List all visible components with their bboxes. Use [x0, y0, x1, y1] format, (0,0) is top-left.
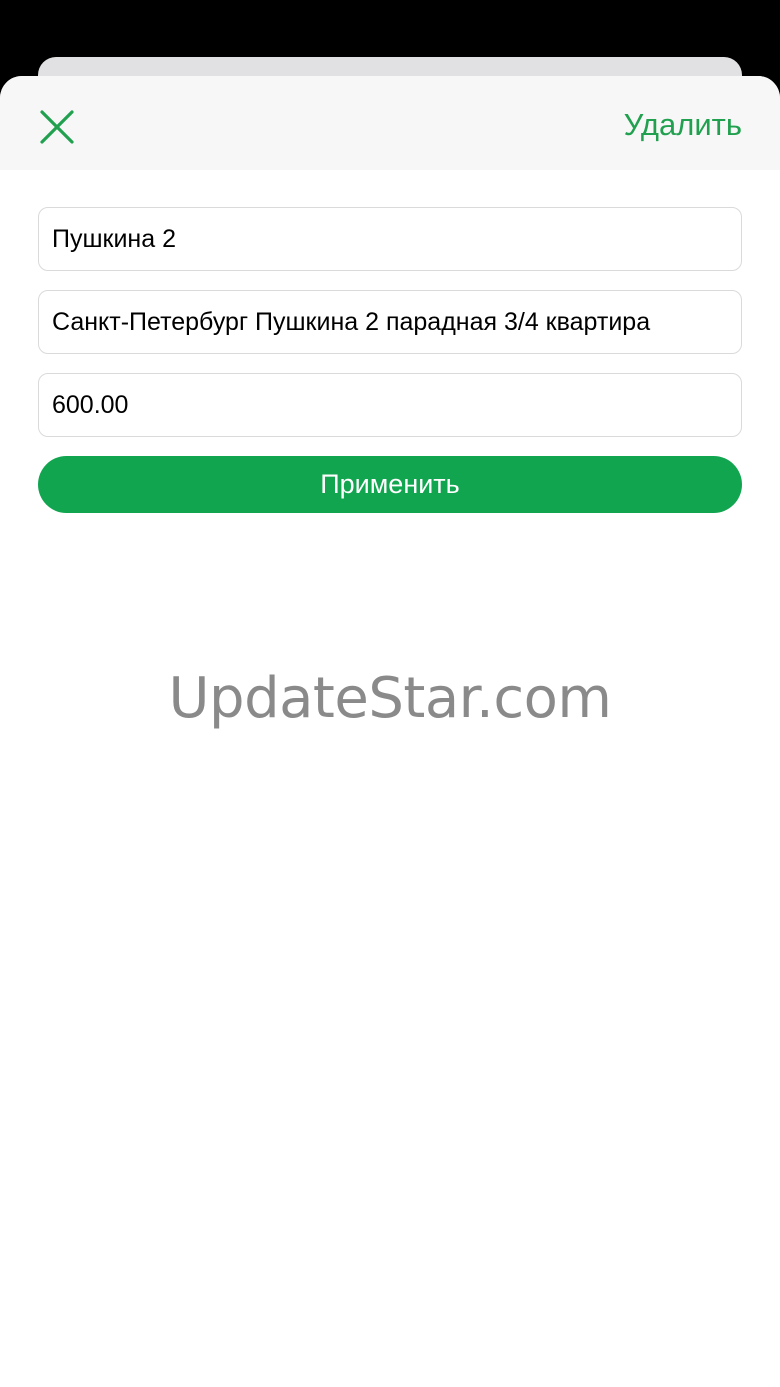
address-input-value: Санкт-Петербург Пушкина 2 парадная 3/4 к… [52, 307, 651, 336]
watermark-text: UpdateStar.com [168, 666, 612, 731]
close-button[interactable] [30, 100, 84, 154]
name-input[interactable]: Пушкина 2 [38, 207, 742, 271]
edit-form: Пушкина 2 Санкт-Петербург Пушкина 2 пара… [0, 170, 780, 513]
apply-button[interactable]: Применить [38, 456, 742, 513]
name-input-value: Пушкина 2 [52, 224, 176, 253]
close-icon [40, 110, 74, 144]
price-input-value: 600.00 [52, 390, 129, 419]
sheet-header: Удалить [0, 76, 780, 170]
price-input[interactable]: 600.00 [38, 373, 742, 437]
delete-button[interactable]: Удалить [624, 109, 742, 140]
address-input[interactable]: Санкт-Петербург Пушкина 2 парадная 3/4 к… [38, 290, 742, 354]
edit-address-sheet: Удалить Пушкина 2 Санкт-Петербург Пушкин… [0, 76, 780, 1387]
